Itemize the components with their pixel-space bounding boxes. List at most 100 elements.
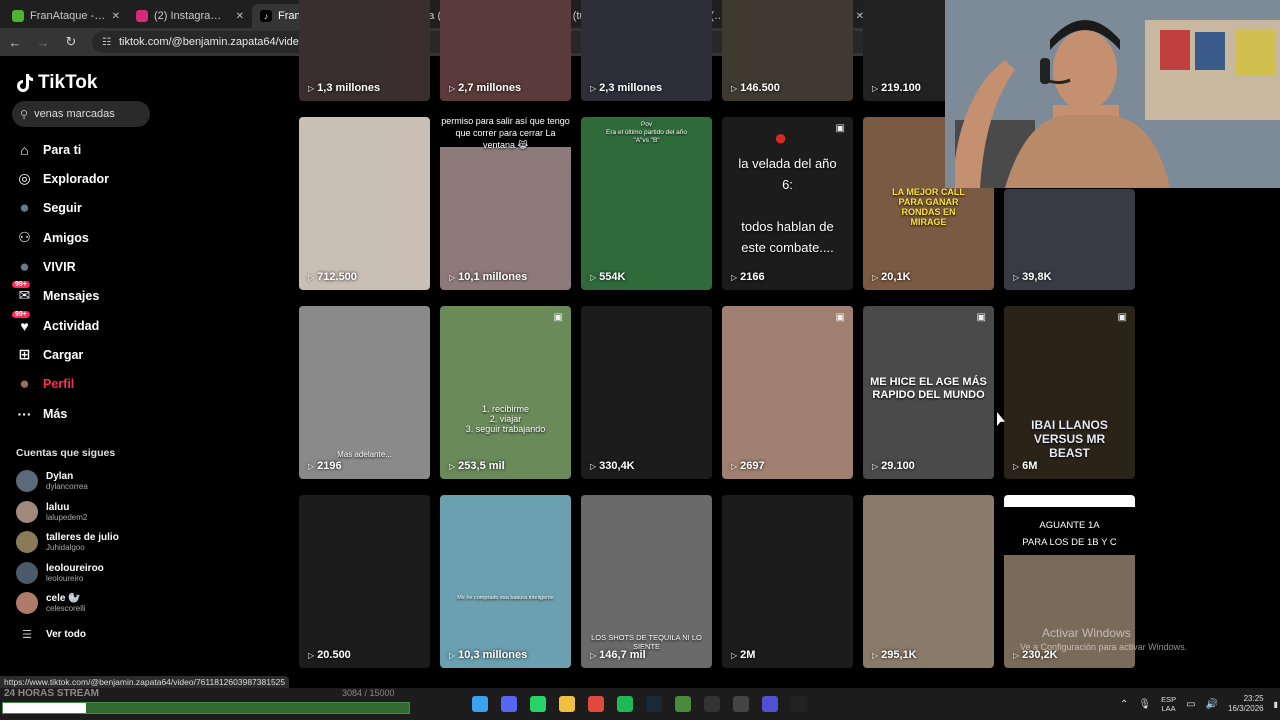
video-card[interactable]: 1. recibirme 2. viajar 3. seguir trabaja… [440, 306, 571, 479]
microphone-icon[interactable]: 🎙 [1138, 699, 1151, 710]
photo-icon: ▣ [835, 123, 845, 134]
browser-tab[interactable]: FranAtaque - Watch ✕ [4, 4, 128, 28]
video-card[interactable]: permiso para salir así que tengo que cor… [440, 117, 571, 290]
video-card[interactable]: Me he comprado esa basura inteligente ▷ 10… [440, 495, 571, 668]
view-count: ▷ 2166 [731, 271, 765, 283]
video-card[interactable]: ▷ 146.500 [722, 0, 853, 101]
sidebar-item-label: Para ti [43, 142, 82, 157]
play-icon: ▷ [449, 83, 456, 93]
video-caption: Pov Era el último partido del año "A"vs … [606, 121, 687, 144]
video-card[interactable]: ▷ 2,7 millones [440, 0, 571, 101]
back-icon[interactable]: ← [8, 35, 22, 50]
chevron-up-icon[interactable]: ⌃ [1120, 699, 1128, 710]
status-url: https://www.tiktok.com/@benjamin.zapata6… [0, 676, 290, 688]
instagram-icon [136, 10, 148, 22]
video-card[interactable]: la velada del año 6: todos hablan de est… [722, 117, 853, 290]
activity-icon: ♥ 99+ [12, 311, 33, 334]
following-account[interactable]: Dylan dylancorrea [16, 470, 88, 492]
clock[interactable]: 23:25 16/3/2026 [1228, 694, 1264, 714]
video-card[interactable]: ▷ 712.500 [299, 117, 430, 290]
close-icon[interactable]: ✕ [112, 11, 120, 22]
view-count: ▷ 10,3 millones [449, 649, 527, 661]
see-all-button[interactable]: ☰ Ver todo [16, 628, 86, 641]
video-card[interactable]: ▷ 295,1K [863, 495, 994, 668]
sidebar-item-parati[interactable]: ⌂ Para ti [16, 141, 81, 158]
view-count-text: 10,3 millones [458, 649, 528, 661]
play-icon: ▷ [731, 461, 738, 471]
list-icon: ☰ [22, 629, 32, 641]
sidebar-item-label: Amigos [43, 230, 89, 245]
view-count: ▷ 2697 [731, 460, 765, 472]
play-icon: ▷ [872, 83, 879, 93]
view-count-text: 20,1K [881, 271, 911, 283]
video-card[interactable]: ▷ 39,8K [1004, 189, 1135, 290]
video-card[interactable]: IBAI LLANOS VERSUS MR BEAST ▣ ▷ 6M [1004, 306, 1135, 479]
sidebar-item-explorador[interactable]: ◎ Explorador [16, 170, 109, 187]
windows-start-icon[interactable] [472, 696, 488, 712]
play-icon: ▷ [590, 461, 597, 471]
video-card[interactable]: Mas adelante... ▷ 2196 [299, 306, 430, 479]
steam-icon[interactable] [646, 696, 662, 712]
view-count-text: 253,5 mil [458, 460, 505, 472]
video-card[interactable]: ▷ 20.500 [299, 495, 430, 668]
browser-tab[interactable]: (2) Instagram • Mens ✕ [128, 4, 252, 28]
language-indicator[interactable]: ESP LAA [1161, 695, 1176, 713]
following-account[interactable]: cele 🦭 celescorelli [16, 592, 86, 614]
reload-icon[interactable]: ↻ [64, 34, 78, 50]
sidebar-item-amigos[interactable]: ⚇ Amigos [16, 229, 89, 246]
tiktok-logo[interactable]: TikTok [16, 72, 97, 94]
sidebar-item-perfil[interactable]: ● Perfil [16, 374, 74, 393]
sidebar-item-cargar[interactable]: ⊞ Cargar [16, 346, 84, 363]
sidebar-item-ms[interactable]: ··· Más [16, 405, 68, 422]
video-card[interactable]: ▷ 2M [722, 495, 853, 668]
view-count-text: 2196 [317, 460, 342, 472]
account-handle: leoloureiro [46, 573, 84, 583]
chrome-icon[interactable] [588, 696, 604, 712]
whatsapp-icon[interactable] [530, 696, 546, 712]
volume-icon[interactable]: 🔊 [1206, 699, 1218, 710]
following-account[interactable]: laluu lalupedem2 [16, 500, 87, 523]
video-card[interactable]: ▣ ▷ 2697 [722, 306, 853, 479]
site-info-icon[interactable]: ☷ [102, 37, 111, 48]
video-card[interactable]: ▷ 1,3 millones [299, 0, 430, 101]
close-icon[interactable]: ✕ [236, 11, 244, 22]
forward-icon[interactable]: → [36, 35, 50, 50]
display-icon[interactable]: ▭ [1186, 699, 1195, 710]
view-count: ▷ 2,7 millones [449, 82, 521, 94]
sidebar-item-label: Seguir [43, 200, 82, 215]
twitch-icon [12, 10, 24, 22]
file-explorer-icon[interactable] [559, 696, 575, 712]
obs-icon[interactable] [733, 696, 749, 712]
video-card[interactable]: LOS SHOTS DE TEQUILA NI LO SIENTE ▷ 146,7 … [581, 495, 712, 668]
video-card[interactable]: Pov Era el último partido del año "A"vs … [581, 117, 712, 290]
home-icon: ⌂ [20, 141, 29, 158]
minecraft-icon[interactable] [675, 696, 691, 712]
notification-badge: 99+ [12, 311, 30, 318]
view-count: ▷ 2M [731, 649, 755, 661]
account-text: leoloureiroo leoloureiro [46, 563, 104, 583]
following-account[interactable]: talleres de julio Juhidalgoo [16, 531, 119, 553]
notifications-icon[interactable]: ▮ [1274, 700, 1278, 709]
video-caption: 1. recibirme 2. viajar 3. seguir trabaja… [465, 404, 546, 434]
discord-icon[interactable] [501, 696, 517, 712]
video-card[interactable]: ▷ 2,3 millones [581, 0, 712, 101]
search-input[interactable]: ⚲ venas marcadas [12, 101, 150, 127]
activate-windows-title: Activar Windows [1042, 626, 1131, 640]
epic-games-icon[interactable] [704, 696, 720, 712]
sidebar-item-mensajes[interactable]: ✉ 99+ Mensajes [12, 281, 100, 304]
view-count: ▷ 253,5 mil [449, 460, 505, 472]
sidebar-item-vivir[interactable]: ● VIVIR [16, 257, 75, 276]
capcut-icon[interactable] [791, 696, 807, 712]
activate-windows-subtitle: Ve a Configuración para activar Windows. [1020, 642, 1188, 652]
spotify-icon[interactable] [617, 696, 633, 712]
overwolf-icon[interactable] [762, 696, 778, 712]
following-account[interactable]: leoloureiroo leoloureiro [16, 561, 104, 584]
sidebar-item-actividad[interactable]: ♥ 99+ Actividad [12, 311, 100, 334]
sidebar-item-label: Mensajes [43, 288, 100, 303]
video-card[interactable]: ▷ 330,4K [581, 306, 712, 479]
sidebar-item-label: Actividad [43, 318, 100, 333]
sidebar-item-seguir[interactable]: ● Seguir [16, 198, 82, 217]
stream-overlay: 24 HORAS STREAM 3084 / 15000 [0, 688, 412, 720]
account-text: talleres de julio Juhidalgoo [46, 532, 119, 552]
video-card[interactable]: ME HICE EL AGE MÁS RAPIDO DEL MUNDO ▣ ▷ 29.… [863, 306, 994, 479]
